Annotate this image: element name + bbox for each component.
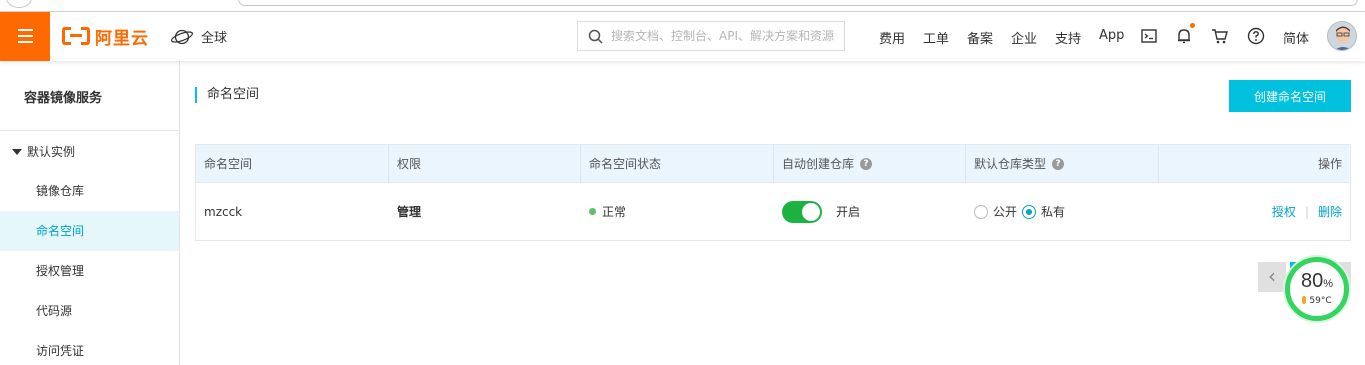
search-box[interactable] (577, 21, 845, 51)
region-selector[interactable]: 全球 (170, 27, 227, 46)
cell-actions: 授权 | 删除 (1159, 183, 1350, 240)
question-icon[interactable]: ? (860, 158, 873, 170)
column-header-permission: 权限 (389, 145, 581, 183)
nav-fees[interactable]: 费用 (879, 28, 905, 47)
search-icon (588, 29, 603, 44)
column-header-actions: 操作 (1317, 157, 1342, 171)
table-header: 命名空间 权限 命名空间状态 自动创建仓库 ? 默认仓库类型 ? 操作 (196, 145, 1350, 183)
column-header-status: 命名空间状态 (581, 145, 774, 183)
logo-text: 阿里云 (95, 28, 149, 49)
hamburger-menu-button[interactable] (0, 12, 50, 61)
auto-create-toggle[interactable] (782, 200, 822, 223)
delete-link[interactable]: 删除 (1318, 203, 1342, 220)
sidebar-item-repositories[interactable]: 镜像仓库 (0, 171, 179, 211)
sidebar-title: 容器镜像服务 (24, 91, 103, 106)
caret-down-icon (12, 148, 22, 155)
column-header-repo-type: 默认仓库类型 ? (966, 145, 1159, 183)
table-row: mzcck 管理 正常 开启 公开 私有 授权 | 删除 (196, 183, 1350, 240)
browser-button[interactable] (6, 0, 32, 8)
page-title: 命名空间 (195, 87, 259, 103)
cell-status: 正常 (581, 183, 774, 240)
radio-public[interactable] (974, 204, 988, 219)
status-text: 正常 (602, 205, 627, 219)
column-header-auto-create: 自动创建仓库 ? (774, 145, 966, 183)
user-avatar-icon (1328, 22, 1356, 50)
nav-enterprise[interactable]: 企业 (1011, 28, 1037, 47)
search-input[interactable] (611, 29, 836, 43)
cell-namespace: mzcck (204, 204, 243, 219)
notification-dot (1190, 23, 1195, 28)
temperature-readout: 59°C (1290, 295, 1344, 307)
language-switch[interactable]: 简体 (1283, 28, 1309, 47)
column-header-namespace: 命名空间 (196, 145, 389, 183)
address-bar[interactable] (238, 0, 1358, 6)
avatar[interactable] (1327, 21, 1357, 51)
radio-public-label: 公开 (993, 205, 1018, 219)
cell-auto-create: 开启 (774, 183, 966, 240)
sidebar-item-namespaces[interactable]: 命名空间 (0, 211, 179, 251)
sidebar-item-code-source[interactable]: 代码源 (0, 291, 179, 331)
performance-widget[interactable]: 80% 59°C (1285, 257, 1349, 321)
globe-icon (170, 29, 194, 44)
sidebar-divider (0, 130, 179, 131)
create-namespace-button[interactable]: 创建命名空间 (1229, 80, 1351, 112)
question-icon[interactable]: ? (1052, 158, 1065, 170)
cell-permission: 管理 (397, 205, 422, 219)
region-label: 全球 (201, 31, 228, 46)
radio-private-label: 私有 (1041, 205, 1066, 219)
cpu-percent: 80% (1300, 270, 1334, 292)
authorize-link[interactable]: 授权 (1272, 203, 1296, 220)
sidebar-group-label: 默认实例 (27, 145, 76, 159)
terminal-icon[interactable] (1139, 26, 1159, 46)
cell-repo-type: 公开 私有 (966, 183, 1159, 240)
sidebar-item-authorization[interactable]: 授权管理 (0, 251, 179, 291)
sidebar-item-access-credentials[interactable]: 访问凭证 (0, 331, 179, 365)
bell-icon[interactable] (1174, 26, 1194, 46)
nav-icp[interactable]: 备案 (967, 28, 993, 47)
help-icon[interactable] (1246, 26, 1266, 46)
nav-tickets[interactable]: 工单 (923, 28, 949, 47)
status-dot-icon (589, 208, 596, 215)
action-divider: | (1304, 204, 1309, 219)
sidebar-group-default-instance[interactable]: 默认实例 (12, 143, 75, 160)
radio-private[interactable] (1022, 204, 1037, 219)
aliyun-logo-icon (62, 27, 90, 45)
nav-app[interactable]: App (1099, 28, 1124, 43)
namespace-table: 命名空间 权限 命名空间状态 自动创建仓库 ? 默认仓库类型 ? 操作 mzcc… (195, 144, 1351, 241)
top-bar: 阿里云 全球 费用 工单 备案 企业 支持 App 简体 (0, 12, 1365, 61)
cart-icon[interactable] (1210, 26, 1230, 46)
toggle-label: 开启 (836, 205, 861, 219)
nav-support[interactable]: 支持 (1055, 28, 1081, 47)
sidebar: 容器镜像服务 默认实例 镜像仓库 命名空间 授权管理 代码源 访问凭证 (0, 61, 180, 365)
aliyun-logo[interactable]: 阿里云 (62, 25, 149, 49)
pagination-prev-button[interactable]: ‹ (1258, 262, 1286, 292)
browser-chrome (0, 0, 1365, 12)
